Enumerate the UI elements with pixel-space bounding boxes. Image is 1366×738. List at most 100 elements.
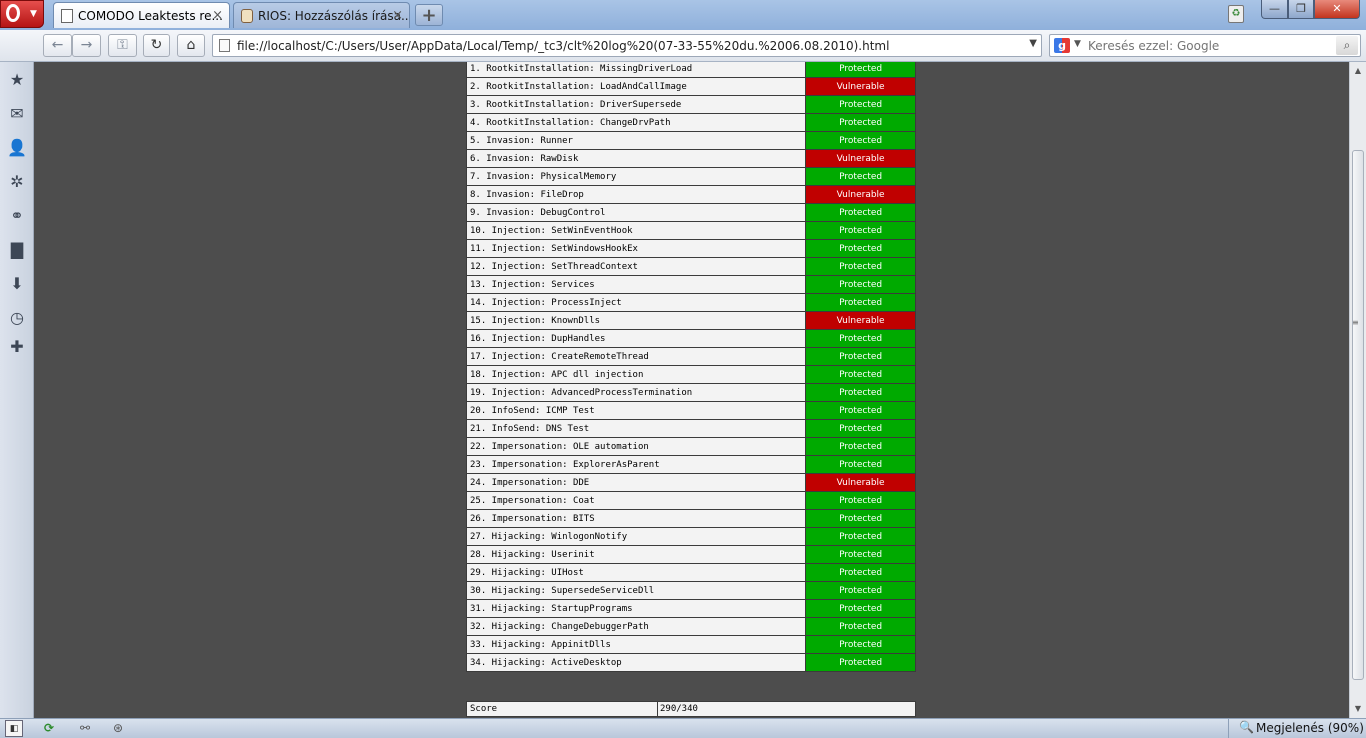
vertical-scrollbar[interactable]: ▲ ≡ ▼ xyxy=(1349,62,1366,718)
panel-toggle-button[interactable]: ◧ xyxy=(5,720,23,737)
mail-icon[interactable]: ✉ xyxy=(7,104,27,124)
table-row: 4. RootkitInstallation: ChangeDrvPath Pro… xyxy=(465,113,916,132)
table-row: 3. RootkitInstallation: DriverSupersede P… xyxy=(465,95,916,114)
table-row: 10. Injection: SetWinEventHook Protected xyxy=(465,221,916,240)
status-badge: Protected xyxy=(805,383,916,402)
test-name-cell: 28. Hijacking: Userinit xyxy=(465,545,807,564)
history-icon[interactable]: ◷ xyxy=(7,308,27,328)
turbo-icon[interactable]: ⚯ xyxy=(80,720,90,737)
back-button[interactable]: ← xyxy=(43,34,72,57)
status-badge: Protected xyxy=(805,617,916,636)
status-badge: Protected xyxy=(805,167,916,186)
table-row: 20. InfoSend: ICMP Test Protected xyxy=(465,401,916,420)
opera-menu-button[interactable]: ▼ xyxy=(0,0,44,28)
test-name-cell: 2. RootkitInstallation: LoadAndCallImage xyxy=(465,77,807,96)
status-badge: Protected xyxy=(805,437,916,456)
close-window-button[interactable]: ✕ xyxy=(1314,0,1360,19)
tab-label: COMODO Leaktests re... xyxy=(78,9,223,23)
status-badge: Vulnerable xyxy=(805,311,916,330)
test-name-cell: 8. Invasion: FileDrop xyxy=(465,185,807,204)
page-content: 1. RootkitInstallation: MissingDriverLoa… xyxy=(34,62,1349,718)
score-label: Score xyxy=(470,704,498,714)
status-badge: Protected xyxy=(805,401,916,420)
scroll-down-icon[interactable]: ▼ xyxy=(1352,703,1364,715)
tab-bar: ▼ COMODO Leaktests re... × RIOS: Hozzász… xyxy=(0,0,1366,30)
table-row: 26. Impersonation: BITS Protected xyxy=(465,509,916,528)
unite-icon[interactable]: ⚭ xyxy=(7,206,27,226)
contacts-icon[interactable]: 👤 xyxy=(7,138,27,158)
home-button[interactable]: ⌂ xyxy=(177,34,205,57)
content-blocker-icon[interactable]: ⊛ xyxy=(113,720,123,737)
navigation-bar: ← → ⚿ ↻ ⌂ ▼ g ▼ ⌕ xyxy=(0,30,1366,62)
table-row: 25. Impersonation: Coat Protected xyxy=(465,491,916,510)
notes-icon[interactable]: ▇ xyxy=(7,240,27,260)
test-name-cell: 29. Hijacking: UIHost xyxy=(465,563,807,582)
test-name-cell: 21. InfoSend: DNS Test xyxy=(465,419,807,438)
status-badge: Protected xyxy=(805,95,916,114)
search-icon[interactable]: ⌕ xyxy=(1336,36,1358,55)
google-icon[interactable]: g xyxy=(1054,38,1070,53)
tab-close-icon[interactable]: × xyxy=(392,3,403,28)
table-row: 19. Injection: AdvancedProcessTerminatio… xyxy=(465,383,916,402)
trash-can-icon[interactable]: ♻ xyxy=(1228,5,1244,23)
test-name-cell: 10. Injection: SetWinEventHook xyxy=(465,221,807,240)
address-bar[interactable]: ▼ xyxy=(212,34,1042,57)
tab-rios[interactable]: RIOS: Hozzászólás írása... × xyxy=(233,2,410,28)
search-box[interactable]: g ▼ ⌕ xyxy=(1049,34,1361,57)
status-badge: Protected xyxy=(805,581,916,600)
panel-sidebar: ★ ✉ 👤 ✲ ⚭ ▇ ⬇ ◷ ✚ xyxy=(0,62,34,718)
downloads-icon[interactable]: ⬇ xyxy=(7,274,27,294)
status-badge: Protected xyxy=(805,545,916,564)
search-input[interactable] xyxy=(1088,36,1328,55)
tab-comodo-leaktests[interactable]: COMODO Leaktests re... × xyxy=(53,2,230,28)
status-badge: Protected xyxy=(805,293,916,312)
test-name-cell: 12. Injection: SetThreadContext xyxy=(465,257,807,276)
test-name-cell: 6. Invasion: RawDisk xyxy=(465,149,807,168)
table-row: 6. Invasion: RawDisk Vulnerable xyxy=(465,149,916,168)
tab-close-icon[interactable]: × xyxy=(212,3,223,28)
status-badge: Protected xyxy=(805,131,916,150)
status-badge: Protected xyxy=(805,257,916,276)
page-icon xyxy=(61,9,73,23)
status-badge: Protected xyxy=(805,509,916,528)
zoom-label: Megjelenés (90%) xyxy=(1256,721,1364,735)
test-name-cell: 30. Hijacking: SupersedeServiceDll xyxy=(465,581,807,600)
status-badge: Vulnerable xyxy=(805,185,916,204)
chevron-down-icon[interactable]: ▼ xyxy=(1029,38,1037,49)
table-row: 30. Hijacking: SupersedeServiceDll Protec… xyxy=(465,581,916,600)
status-badge: Protected xyxy=(805,113,916,132)
test-name-cell: 31. Hijacking: StartupPrograms xyxy=(465,599,807,618)
test-name-cell: 22. Impersonation: OLE automation xyxy=(465,437,807,456)
test-name-cell: 4. RootkitInstallation: ChangeDrvPath xyxy=(465,113,807,132)
scroll-up-icon[interactable]: ▲ xyxy=(1352,65,1364,77)
forward-button[interactable]: → xyxy=(72,34,101,57)
bookmarks-icon[interactable]: ★ xyxy=(7,70,27,90)
chevron-down-icon[interactable]: ▼ xyxy=(1074,39,1081,49)
update-icon[interactable]: ⟳ xyxy=(44,720,54,737)
site-favicon-icon xyxy=(241,9,253,23)
maximize-button[interactable]: ❐ xyxy=(1288,0,1314,19)
wand-button[interactable]: ⚿ xyxy=(108,34,137,57)
table-row: 1. RootkitInstallation: MissingDriverLoa… xyxy=(465,62,916,78)
test-name-cell: 14. Injection: ProcessInject xyxy=(465,293,807,312)
table-row: 15. Injection: KnownDlls Vulnerable xyxy=(465,311,916,330)
page-icon xyxy=(219,39,230,52)
score-value: 290/340 xyxy=(660,704,698,714)
url-input[interactable] xyxy=(237,36,1017,55)
test-name-cell: 34. Hijacking: ActiveDesktop xyxy=(465,653,807,672)
test-name-cell: 11. Injection: SetWindowsHookEx xyxy=(465,239,807,258)
test-name-cell: 17. Injection: CreateRemoteThread xyxy=(465,347,807,366)
minimize-button[interactable]: — xyxy=(1261,0,1288,19)
widgets-icon[interactable]: ✲ xyxy=(7,172,27,192)
status-badge: Protected xyxy=(805,455,916,474)
scrollbar-grip-icon: ≡ xyxy=(1352,318,1359,327)
table-row: 14. Injection: ProcessInject Protected xyxy=(465,293,916,312)
scrollbar-thumb[interactable] xyxy=(1352,150,1364,680)
test-name-cell: 3. RootkitInstallation: DriverSupersede xyxy=(465,95,807,114)
reload-button[interactable]: ↻ xyxy=(143,34,170,57)
test-name-cell: 7. Invasion: PhysicalMemory xyxy=(465,167,807,186)
add-panel-icon[interactable]: ✚ xyxy=(7,337,27,357)
new-tab-button[interactable]: + xyxy=(415,4,443,26)
test-name-cell: 9. Invasion: DebugControl xyxy=(465,203,807,222)
zoom-control[interactable]: 🔍 Megjelenés (90%) xyxy=(1228,719,1366,738)
